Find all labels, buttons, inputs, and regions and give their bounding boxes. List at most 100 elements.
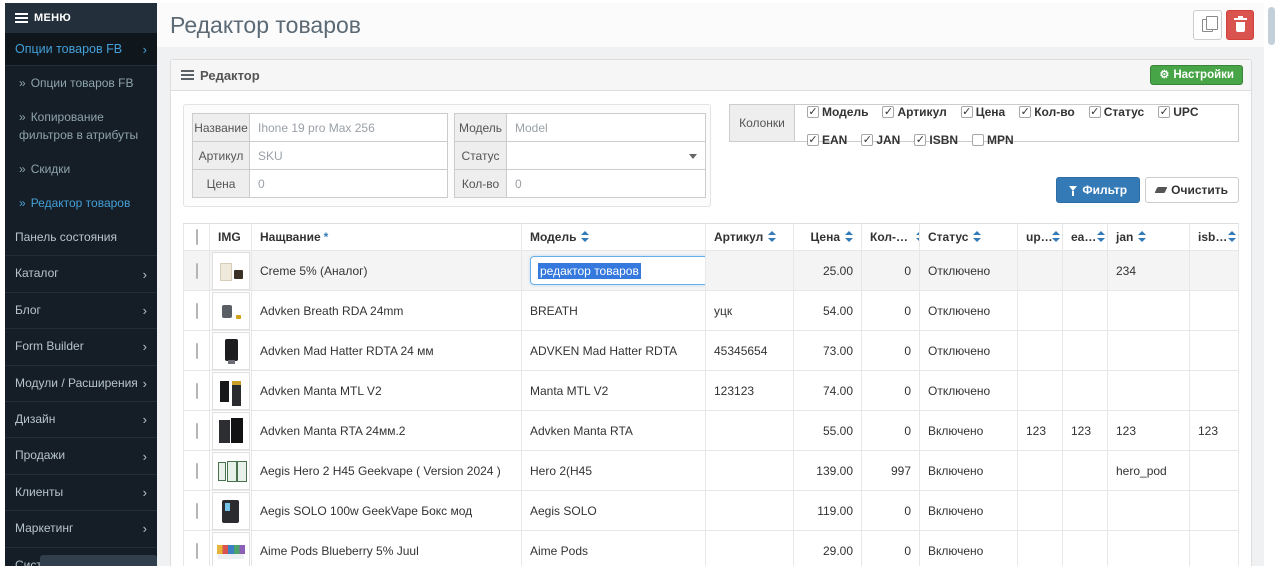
column-toggle-цена[interactable]: ✓Цена [961, 105, 1006, 119]
row-checkbox[interactable] [196, 383, 198, 399]
scrollbar-thumb[interactable] [1268, 7, 1275, 45]
cell-ean[interactable] [1063, 371, 1108, 411]
column-toggle-статус[interactable]: ✓Статус [1089, 105, 1144, 119]
cell-qty[interactable]: 0 [862, 411, 920, 451]
sidebar-subitem[interactable]: »Копирование фильтров в атрибуты [5, 100, 157, 152]
menu-toggle[interactable]: МЕНЮ [5, 3, 157, 33]
sidebar-item-options-fb[interactable]: Опции товаров FB › [5, 33, 157, 66]
cell-ean[interactable] [1063, 491, 1108, 531]
sidebar-item[interactable]: Блог› [5, 292, 157, 328]
col-header-name[interactable]: Нащвание* [252, 224, 522, 251]
cell-model[interactable]: Manta MTL V2 [522, 371, 706, 411]
sidebar-item[interactable]: Маркетинг› [5, 510, 157, 546]
cell-qty[interactable]: 0 [862, 291, 920, 331]
delete-button[interactable] [1226, 10, 1254, 40]
column-toggle-артикул[interactable]: ✓Артикул [882, 105, 946, 119]
row-checkbox[interactable] [196, 503, 198, 519]
cell-ean[interactable] [1063, 531, 1108, 566]
cell-isbn[interactable] [1190, 451, 1239, 491]
cell-model[interactable]: Hero 2(H45 [522, 451, 706, 491]
sidebar-item[interactable]: Form Builder› [5, 328, 157, 364]
cell-jan[interactable] [1108, 491, 1190, 531]
col-header-qty[interactable]: Кол-во [862, 224, 920, 251]
cell-upc[interactable] [1018, 291, 1063, 331]
cell-model[interactable]: Aime Pods [522, 531, 706, 566]
column-toggle-кол-во[interactable]: ✓Кол-во [1019, 105, 1075, 119]
cell-status[interactable]: Включено [920, 451, 1018, 491]
cell-isbn[interactable] [1190, 291, 1239, 331]
cell-qty[interactable]: 0 [862, 371, 920, 411]
cell-jan[interactable] [1108, 291, 1190, 331]
column-toggle-mpn[interactable]: MPN [972, 133, 1014, 147]
cell-ean[interactable] [1063, 291, 1108, 331]
col-header-ean[interactable]: ean [1063, 224, 1108, 251]
cell-jan[interactable]: 123 [1108, 411, 1190, 451]
scrollbar[interactable] [1264, 0, 1280, 566]
cell-jan[interactable]: 234 [1108, 251, 1190, 291]
cell-status[interactable]: Отключено [920, 251, 1018, 291]
sidebar-item[interactable]: Дизайн› [5, 401, 157, 437]
cell-price[interactable]: 54.00 [794, 291, 862, 331]
column-toggle-модель[interactable]: ✓Модель [807, 105, 868, 119]
cell-name[interactable]: Advken Manta MTL V2 [252, 371, 522, 411]
cell-status[interactable]: Отключено [920, 371, 1018, 411]
cell-status[interactable]: Включено [920, 491, 1018, 531]
cell-sku[interactable] [706, 451, 794, 491]
cell-isbn[interactable] [1190, 331, 1239, 371]
row-checkbox[interactable] [196, 423, 198, 439]
cell-sku[interactable]: 45345654 [706, 331, 794, 371]
row-checkbox[interactable] [196, 543, 198, 559]
sidebar-item[interactable]: Клиенты› [5, 474, 157, 510]
column-toggle-jan[interactable]: ✓JAN [861, 133, 900, 147]
row-checkbox[interactable] [196, 263, 198, 279]
row-checkbox[interactable] [196, 303, 198, 319]
cell-qty[interactable]: 0 [862, 251, 920, 291]
cell-upc[interactable] [1018, 491, 1063, 531]
sidebar-item[interactable]: Панель состояния [5, 220, 157, 255]
clear-button[interactable]: Очистить [1145, 177, 1239, 203]
filter-status-select[interactable] [507, 141, 706, 170]
cell-sku[interactable] [706, 491, 794, 531]
column-toggle-ean[interactable]: ✓EAN [807, 133, 847, 147]
filter-name-input[interactable] [250, 113, 448, 142]
col-header-jan[interactable]: jan [1108, 224, 1190, 251]
col-header-model[interactable]: Модель [522, 224, 706, 251]
filter-price-input[interactable] [250, 169, 448, 198]
filter-sku-input[interactable] [250, 141, 448, 170]
cell-isbn[interactable]: 123 [1190, 411, 1239, 451]
cell-upc[interactable] [1018, 451, 1063, 491]
sidebar-footer-item[interactable] [40, 555, 157, 566]
cell-name[interactable]: Creme 5% (Аналог) [252, 251, 522, 291]
inline-edit-input[interactable]: редактор товаров [530, 256, 706, 285]
cell-sku[interactable] [706, 531, 794, 566]
cell-price[interactable]: 29.00 [794, 531, 862, 566]
cell-name[interactable]: Advken Mad Hatter RDTA 24 мм [252, 331, 522, 371]
cell-model[interactable]: ADVKEN Mad Hatter RDTA [522, 331, 706, 371]
cell-model[interactable]: Advken Manta RTA [522, 411, 706, 451]
col-header-isbn[interactable]: isbn [1190, 224, 1239, 251]
cell-status[interactable]: Включено [920, 531, 1018, 566]
sidebar-item[interactable]: Модули / Расширения› [5, 365, 157, 401]
row-checkbox[interactable] [196, 463, 198, 479]
row-checkbox[interactable] [196, 343, 198, 359]
cell-sku[interactable]: уцк [706, 291, 794, 331]
cell-price[interactable]: 74.00 [794, 371, 862, 411]
cell-sku[interactable] [706, 411, 794, 451]
cell-name[interactable]: Aime Pods Blueberry 5% Juul [252, 531, 522, 566]
cell-upc[interactable]: 123 [1018, 411, 1063, 451]
col-header-price[interactable]: Цена [794, 224, 862, 251]
cell-price[interactable]: 73.00 [794, 331, 862, 371]
cell-upc[interactable] [1018, 251, 1063, 291]
cell-qty[interactable]: 0 [862, 531, 920, 566]
sidebar-subitem[interactable]: »Редактор товаров [5, 186, 157, 220]
cell-sku[interactable] [706, 251, 794, 291]
copy-button[interactable] [1193, 10, 1222, 40]
cell-jan[interactable] [1108, 331, 1190, 371]
col-header-upc[interactable]: upc [1018, 224, 1063, 251]
cell-isbn[interactable] [1190, 491, 1239, 531]
cell-price[interactable]: 25.00 [794, 251, 862, 291]
filter-qty-input[interactable] [507, 169, 706, 198]
cell-price[interactable]: 139.00 [794, 451, 862, 491]
cell-upc[interactable] [1018, 331, 1063, 371]
filter-button[interactable]: Фильтр [1056, 177, 1140, 203]
